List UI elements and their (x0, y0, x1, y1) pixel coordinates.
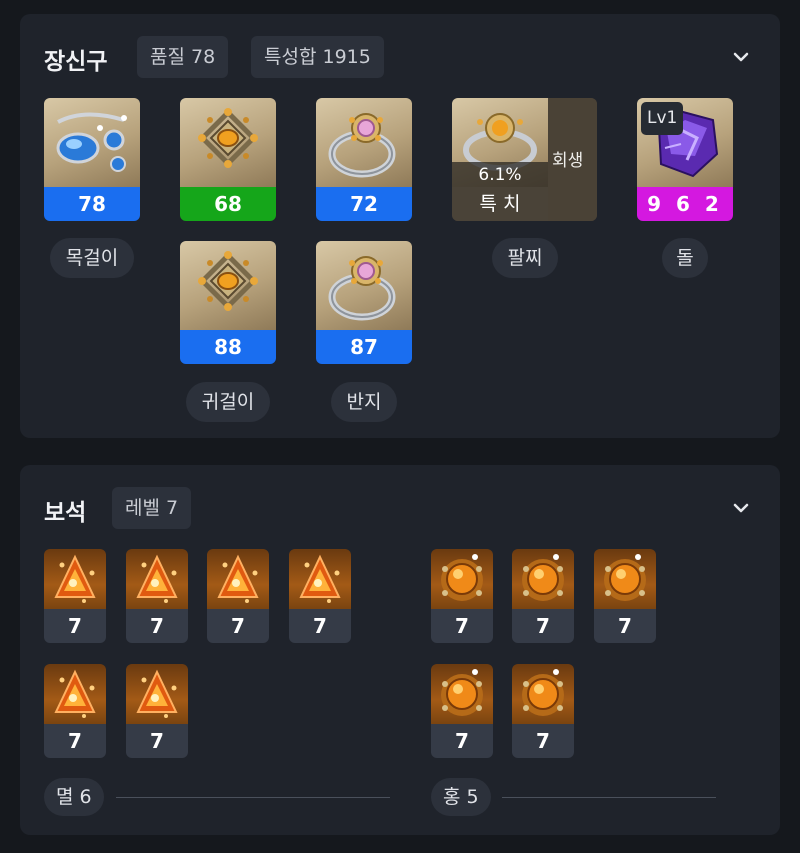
annihilation-gem[interactable]: 7 (289, 549, 351, 643)
gem-level: 7 (594, 609, 656, 643)
bracelet-slot[interactable]: 6.1% 특 치 회생 (452, 98, 597, 221)
crimson-flame-gem[interactable]: 7 (431, 664, 493, 758)
gem-level: 7 (512, 724, 574, 758)
chevron-down-icon[interactable] (730, 497, 752, 519)
gem-level: 7 (207, 609, 269, 643)
necklace-icon (44, 98, 140, 187)
annihilation-count: 멸 6 (44, 778, 104, 816)
ability-stone-level: Lv1 (641, 102, 684, 135)
accessories-title: 장신구 (44, 49, 108, 75)
gem-level: 7 (126, 724, 188, 758)
accessories-panel: 장신구 품질 78 특성합 1915 78 목걸이 68 72 6.1% 특 치… (20, 14, 780, 438)
ring-icon (316, 98, 412, 187)
gems-panel: 보석 레벨 7 7 7 7 7 7 7 멸 6 7 7 7 7 7 홍 5 (20, 465, 780, 835)
ring-slot-2[interactable]: 87 (316, 241, 412, 364)
ring-slot-1[interactable]: 72 (316, 98, 412, 221)
ability-stone-slot[interactable]: Lv1 9 6 2 (637, 98, 733, 221)
crimson-flame-gem[interactable]: 7 (431, 549, 493, 643)
bracelet-effect: 회생 (548, 98, 597, 221)
chevron-down-icon[interactable] (730, 46, 752, 68)
earring-icon (180, 98, 276, 187)
annihilation-gem[interactable]: 7 (44, 549, 106, 643)
divider (116, 797, 390, 798)
crimson-flame-gem-icon (512, 549, 574, 609)
crimson-flame-gem-icon (431, 549, 493, 609)
bracelet-effect-text: 회생 (552, 151, 584, 171)
ability-stone-icon: Lv1 (637, 98, 733, 187)
annihilation-gem-icon (44, 664, 106, 724)
gem-level: 7 (126, 609, 188, 643)
ability-stone-value: 9 6 2 (637, 187, 733, 221)
ability-stone-label: 돌 (662, 238, 708, 278)
annihilation-gem[interactable]: 7 (126, 664, 188, 758)
annihilation-gem-icon (289, 549, 351, 609)
annihilation-gem-icon (207, 549, 269, 609)
annihilation-gem-icon (126, 549, 188, 609)
divider (502, 797, 716, 798)
earring-2-quality: 88 (180, 330, 276, 364)
annihilation-gem-icon (126, 664, 188, 724)
crimson-flame-gem-icon (431, 664, 493, 724)
ring-icon (316, 241, 412, 330)
annihilation-gem-icon (44, 549, 106, 609)
bracelet-label: 팔찌 (492, 238, 558, 278)
gems-title: 보석 (44, 500, 87, 526)
earring-1-quality: 68 (180, 187, 276, 221)
crimson-flame-gem-icon (594, 549, 656, 609)
necklace-quality: 78 (44, 187, 140, 221)
ring-1-quality: 72 (316, 187, 412, 221)
crimson-flame-count: 홍 5 (431, 778, 491, 816)
annihilation-gem[interactable]: 7 (126, 549, 188, 643)
annihilation-gem[interactable]: 7 (44, 664, 106, 758)
earring-slot-2[interactable]: 88 (180, 241, 276, 364)
crimson-flame-gem-icon (512, 664, 574, 724)
earring-slot-1[interactable]: 68 (180, 98, 276, 221)
gem-level: 7 (289, 609, 351, 643)
ring-2-quality: 87 (316, 330, 412, 364)
gem-level: 7 (512, 609, 574, 643)
gem-level: 7 (431, 724, 493, 758)
crimson-flame-gem[interactable]: 7 (512, 549, 574, 643)
earring-label: 귀걸이 (186, 382, 270, 422)
ring-label: 반지 (331, 382, 397, 422)
gem-level: 7 (44, 609, 106, 643)
necklace-slot[interactable]: 78 (44, 98, 140, 221)
annihilation-gem[interactable]: 7 (207, 549, 269, 643)
bracelet-stats: 특 치 (452, 187, 548, 221)
necklace-label: 목걸이 (50, 238, 134, 278)
gem-level: 7 (44, 724, 106, 758)
gem-level: 7 (431, 609, 493, 643)
gem-level-pill: 레벨 7 (112, 487, 192, 529)
quality-pill: 품질 78 (137, 36, 229, 78)
crimson-flame-gem[interactable]: 7 (594, 549, 656, 643)
bracelet-percent: 6.1% (452, 162, 548, 188)
crimson-flame-gem[interactable]: 7 (512, 664, 574, 758)
stats-total-pill: 특성합 1915 (251, 36, 384, 78)
earring-icon (180, 241, 276, 330)
